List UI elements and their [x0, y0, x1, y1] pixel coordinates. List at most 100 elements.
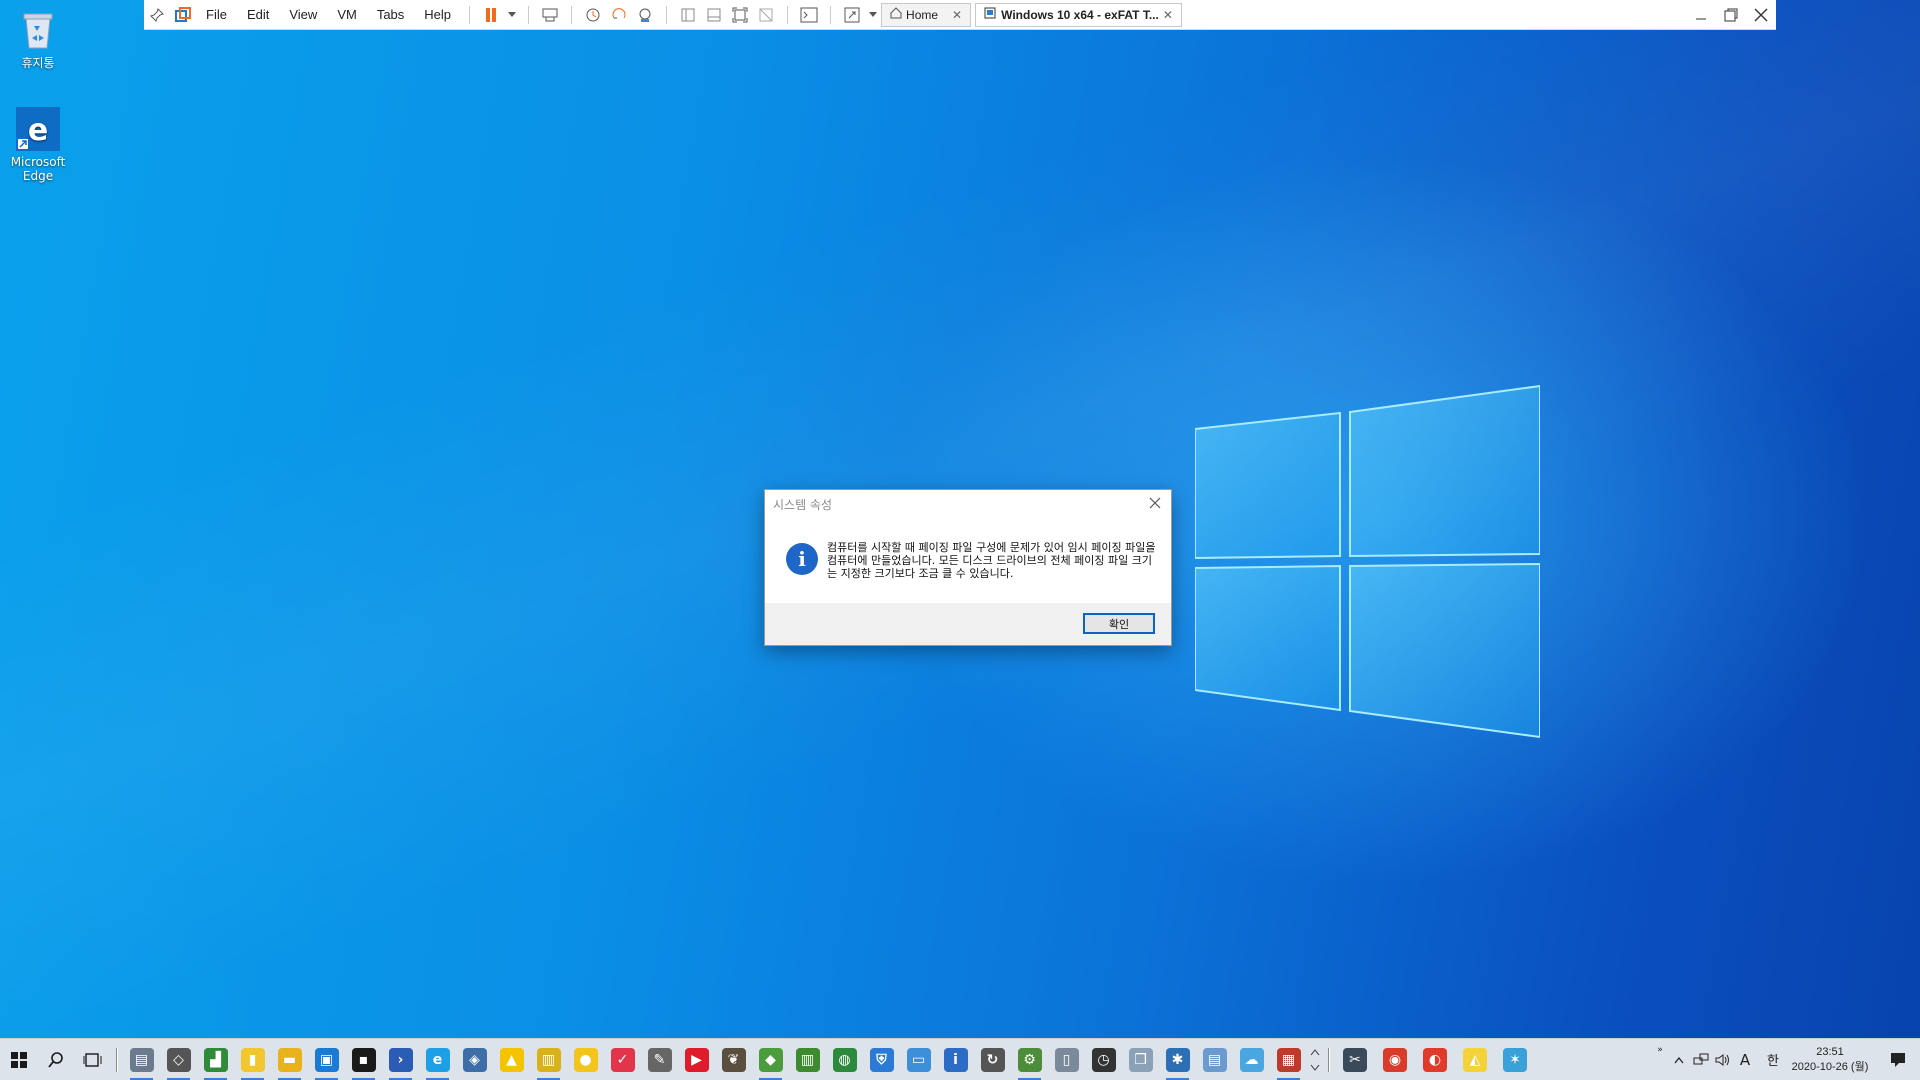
tab-close-icon[interactable]: ✕: [952, 8, 962, 22]
library-view-icon[interactable]: [677, 4, 699, 26]
terminal-icon: ▪: [351, 1047, 376, 1072]
chart-editor-taskbar-button[interactable]: ▟: [197, 1039, 234, 1080]
notepad-taskbar-button[interactable]: ▤: [1196, 1039, 1233, 1080]
network-icon[interactable]: [1690, 1039, 1712, 1080]
color-wheel-taskbar-button[interactable]: ◐: [1415, 1039, 1455, 1080]
restore-button[interactable]: [1716, 0, 1746, 30]
quick-launch: ✂ ◉ ◐ ◭ ✶: [1335, 1039, 1535, 1080]
minimize-button[interactable]: [1686, 0, 1716, 30]
desktop-icon-recycle-bin[interactable]: 휴지통: [3, 8, 73, 70]
media-player-taskbar-button[interactable]: ▶: [678, 1039, 715, 1080]
desktop-icon-edge[interactable]: e Microsoft Edge: [3, 107, 73, 183]
snapshot-icon[interactable]: [582, 4, 604, 26]
vmware-logo-icon[interactable]: [172, 4, 194, 26]
tab-home[interactable]: Home ✕: [881, 2, 972, 27]
puzzle-taskbar-button[interactable]: ❒: [1122, 1039, 1159, 1080]
system-properties-dialog: 시스템 속성 i 컴퓨터를 시작할 때 페이징 파일 구성에 문제가 있어 임시…: [764, 489, 1172, 646]
volume-icon[interactable]: [1712, 1039, 1734, 1080]
snapshot-manager-icon[interactable]: [634, 4, 656, 26]
chevron-up-down-icon: [1310, 1048, 1320, 1071]
chart-taskbar-button[interactable]: ▥: [789, 1039, 826, 1080]
device-taskbar-button[interactable]: ▯: [1048, 1039, 1085, 1080]
internet-explorer-taskbar-button[interactable]: e: [419, 1039, 456, 1080]
full-screen-icon[interactable]: [729, 4, 751, 26]
show-hidden-icons-button[interactable]: [1668, 1039, 1690, 1080]
tab-label: Home: [906, 7, 939, 22]
chrome-icon: ◉: [1383, 1047, 1407, 1072]
scissors-icon: ✂: [1343, 1047, 1367, 1072]
console-icon[interactable]: [798, 4, 820, 26]
monitor-taskbar-button[interactable]: ▭: [900, 1039, 937, 1080]
ok-button[interactable]: 확인: [1083, 613, 1155, 634]
task-view-button[interactable]: [74, 1039, 111, 1080]
menu-view[interactable]: View: [279, 7, 327, 22]
stopwatch-taskbar-button[interactable]: ◷: [1085, 1039, 1122, 1080]
pocket-taskbar-button[interactable]: ✓: [604, 1039, 641, 1080]
start-button[interactable]: [0, 1039, 37, 1080]
refresh-taskbar-button[interactable]: ↻: [974, 1039, 1011, 1080]
warning-app-taskbar-button[interactable]: ▲: [493, 1039, 530, 1080]
script-editor-taskbar-button[interactable]: ✎: [641, 1039, 678, 1080]
chevron-down-icon[interactable]: [506, 4, 518, 26]
stopwatch-icon: ◷: [1091, 1047, 1116, 1072]
menu-edit[interactable]: Edit: [237, 7, 279, 22]
dialog-close-button[interactable]: [1145, 494, 1165, 512]
cloud-taskbar-button[interactable]: ☁: [1233, 1039, 1270, 1080]
vmware-taskbar-button[interactable]: ▣: [308, 1039, 345, 1080]
yellow-app-taskbar-button[interactable]: ◭: [1455, 1039, 1495, 1080]
file-explorer-taskbar-button[interactable]: ▬: [271, 1039, 308, 1080]
shield-taskbar-button[interactable]: ⛨: [863, 1039, 900, 1080]
toolbar-separator: [469, 5, 471, 24]
star-app-taskbar-button[interactable]: ✶: [1495, 1039, 1535, 1080]
scissors-taskbar-button[interactable]: ✂: [1335, 1039, 1375, 1080]
media-player-icon: ▶: [684, 1047, 709, 1072]
task-view-icon: [83, 1052, 101, 1067]
toolbar-expand-icon[interactable]: »: [1652, 1039, 1668, 1080]
tab-vm-windows10[interactable]: Windows 10 x64 - exFAT T... ✕: [975, 2, 1182, 27]
settings-app-taskbar-button[interactable]: ✱: [1159, 1039, 1196, 1080]
close-button[interactable]: [1746, 0, 1776, 30]
clock-date: 2020-10-26 (월): [1791, 1060, 1869, 1073]
pause-icon[interactable]: [480, 4, 502, 26]
revert-snapshot-icon[interactable]: [608, 4, 630, 26]
info-taskbar-button[interactable]: i: [937, 1039, 974, 1080]
terminal-taskbar-button[interactable]: ▪: [345, 1039, 382, 1080]
powershell-taskbar-button[interactable]: ›: [382, 1039, 419, 1080]
menu-tabs[interactable]: Tabs: [367, 7, 414, 22]
send-ctrl-alt-del-icon[interactable]: [539, 4, 561, 26]
network-tool-taskbar-button[interactable]: ⚙: [1011, 1039, 1048, 1080]
image-tool-taskbar-button[interactable]: ▦: [1270, 1039, 1307, 1080]
clock[interactable]: 23:51 2020-10-26 (월): [1784, 1045, 1876, 1075]
puzzle-icon: ❒: [1128, 1047, 1153, 1072]
tab-close-icon[interactable]: ✕: [1163, 8, 1173, 22]
diamond-tool-taskbar-button[interactable]: ◇: [160, 1039, 197, 1080]
globe-icon: ◍: [832, 1047, 857, 1072]
thumbnail-view-icon[interactable]: [703, 4, 725, 26]
virtualbox-taskbar-button[interactable]: ◈: [456, 1039, 493, 1080]
globe-taskbar-button[interactable]: ◍: [826, 1039, 863, 1080]
ime-language-indicator[interactable]: A: [1734, 1039, 1756, 1080]
layers-taskbar-button[interactable]: ◆: [752, 1039, 789, 1080]
info-icon: i: [943, 1047, 968, 1072]
folder-tool-icon: ▥: [536, 1047, 561, 1072]
file-explorer-icon: ▬: [277, 1047, 302, 1072]
picture-viewer-taskbar-button[interactable]: ▤: [123, 1039, 160, 1080]
menu-file[interactable]: File: [196, 7, 237, 22]
chevron-down-icon[interactable]: [867, 4, 879, 26]
chrome-taskbar-button[interactable]: ◉: [1375, 1039, 1415, 1080]
pin-icon[interactable]: [146, 4, 168, 26]
sticky-notes-taskbar-button[interactable]: ▮: [234, 1039, 271, 1080]
search-button[interactable]: [37, 1039, 74, 1080]
stretch-guest-icon[interactable]: [841, 4, 863, 26]
unity-icon[interactable]: [755, 4, 777, 26]
gimp-taskbar-button[interactable]: ❦: [715, 1039, 752, 1080]
notepad-icon: ▤: [1202, 1047, 1227, 1072]
menu-help[interactable]: Help: [414, 7, 461, 22]
folder-tool-taskbar-button[interactable]: ▥: [530, 1039, 567, 1080]
menu-vm[interactable]: VM: [327, 7, 367, 22]
internet-explorer-icon: e: [425, 1047, 450, 1072]
taskbar-scroll[interactable]: [1307, 1039, 1323, 1080]
player-taskbar-button[interactable]: ●: [567, 1039, 604, 1080]
ime-mode-indicator[interactable]: 한: [1762, 1039, 1784, 1080]
action-center-button[interactable]: [1876, 1039, 1920, 1080]
